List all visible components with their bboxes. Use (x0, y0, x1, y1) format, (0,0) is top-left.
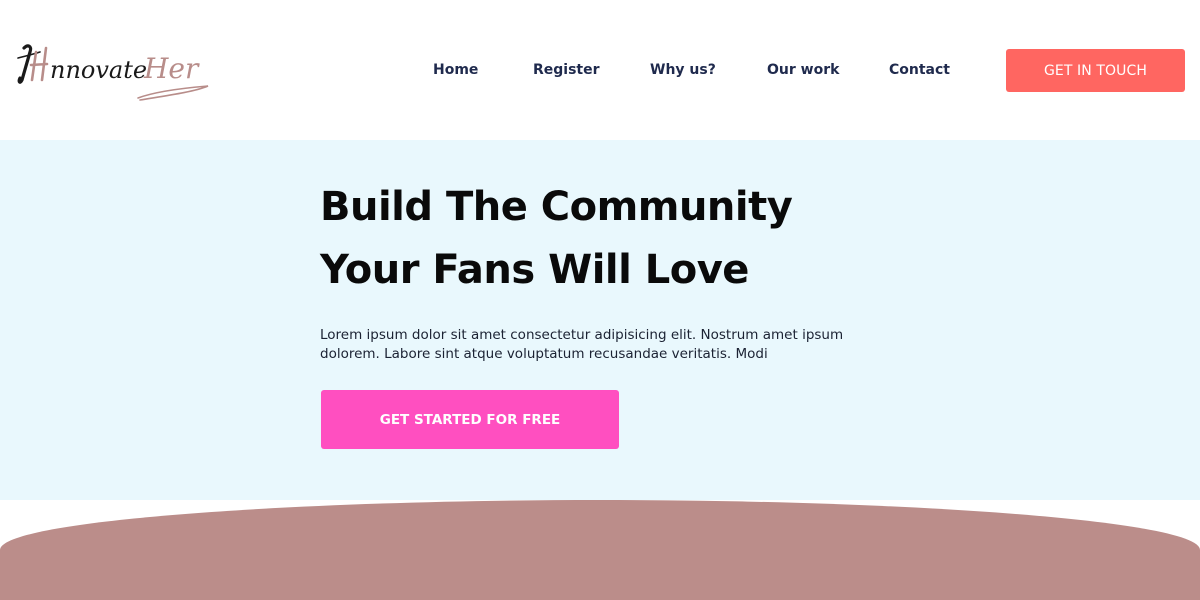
get-in-touch-button[interactable]: GET IN TOUCH (1006, 49, 1185, 92)
hero-title-line-1: Build The Community (320, 184, 793, 230)
hero-title-line-2: Your Fans Will Love (320, 247, 749, 293)
nav-why-us-link[interactable]: Why us? (650, 60, 716, 80)
hero-description: Lorem ipsum dolor sit amet consectetur a… (320, 327, 844, 362)
nav-our-work-link[interactable]: Our work (767, 60, 839, 80)
get-started-button[interactable]: GET STARTED FOR FREE (321, 390, 619, 449)
nav-contact-link[interactable]: Contact (889, 60, 950, 80)
site-header: nnovate Her Home Register Why us? Our wo… (0, 0, 1200, 140)
nav-register-link[interactable]: Register (533, 60, 600, 80)
nav-home-link[interactable]: Home (433, 60, 478, 80)
landing-page: nnovate Her Home Register Why us? Our wo… (0, 0, 1200, 600)
hero-title: Build The Community Your Fans Will Love (320, 176, 880, 302)
decorative-curve (0, 500, 1200, 600)
